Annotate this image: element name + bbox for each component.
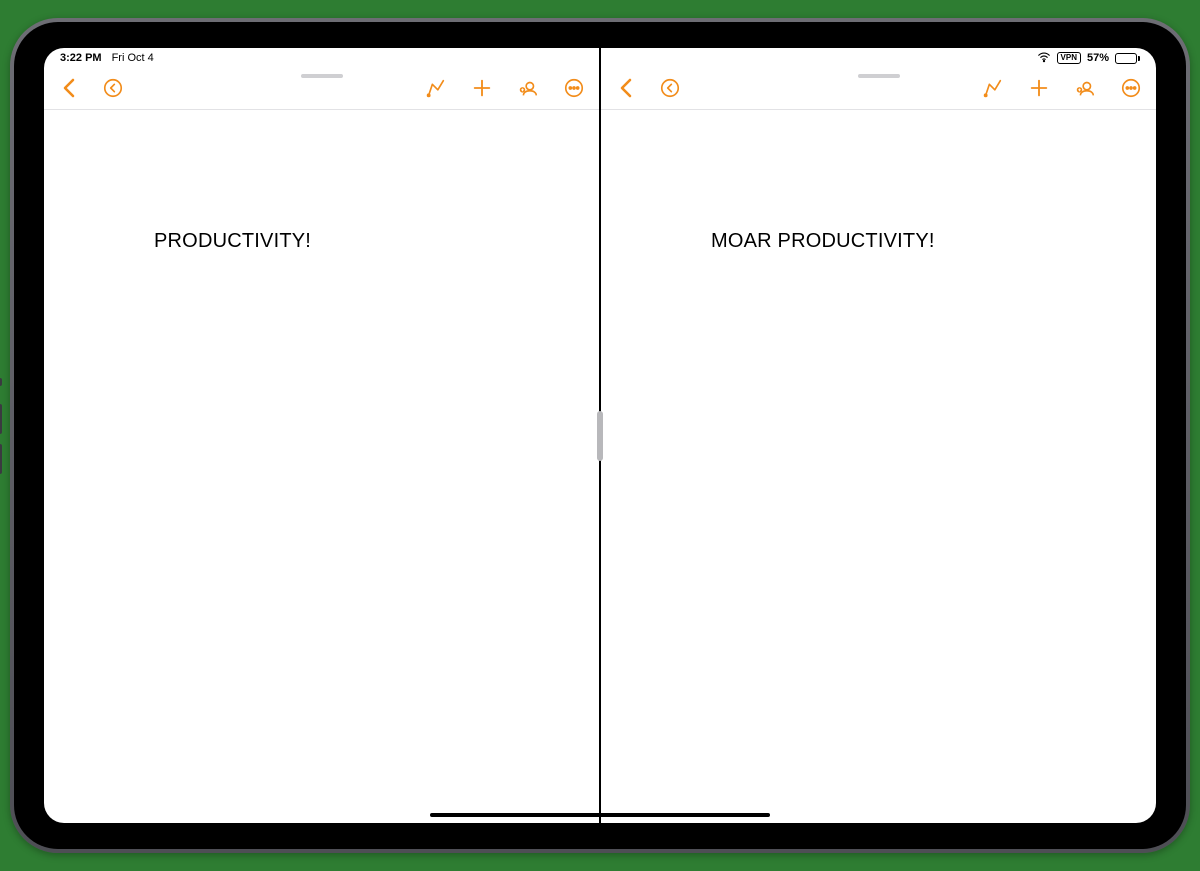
side-button [0, 378, 2, 386]
undo-icon [659, 77, 681, 99]
ellipsis-circle-icon [1120, 77, 1142, 99]
back-button[interactable] [615, 76, 639, 100]
status-time: 3:22 PM [60, 52, 102, 64]
plus-icon [1028, 77, 1050, 99]
wifi-icon [1037, 50, 1051, 67]
home-indicator[interactable] [430, 813, 770, 817]
undo-button[interactable] [659, 77, 681, 99]
battery-percent: 57% [1087, 52, 1109, 64]
note-body-right[interactable]: MOAR PRODUCTIVITY! [601, 110, 1156, 823]
markup-icon [982, 77, 1004, 99]
chevron-left-icon [615, 76, 639, 100]
screen: 3:22 PM Fri Oct 4 [44, 48, 1156, 823]
plus-icon [471, 77, 493, 99]
markup-icon [425, 77, 447, 99]
split-divider-handle[interactable] [597, 411, 603, 461]
undo-button[interactable] [102, 77, 124, 99]
toolbar-right [601, 66, 1156, 110]
ipad-bezel: 3:22 PM Fri Oct 4 [14, 22, 1186, 849]
share-button[interactable] [1074, 77, 1096, 99]
status-bar-left: 3:22 PM Fri Oct 4 [44, 48, 599, 66]
volume-down-button [0, 444, 2, 474]
multitasking-menu-right[interactable] [858, 74, 900, 78]
more-button[interactable] [563, 77, 585, 99]
chevron-left-icon [58, 76, 82, 100]
volume-up-button [0, 404, 2, 434]
multitasking-menu-left[interactable] [301, 74, 343, 78]
markup-button[interactable] [425, 77, 447, 99]
status-bar-right: VPN 57% [601, 48, 1156, 66]
status-date: Fri Oct 4 [112, 52, 154, 64]
collaborate-icon [1074, 77, 1096, 99]
markup-button[interactable] [982, 77, 1004, 99]
right-app-pane: VPN 57% [601, 48, 1156, 823]
more-button[interactable] [1120, 77, 1142, 99]
left-app-pane: 3:22 PM Fri Oct 4 [44, 48, 599, 823]
battery-icon [1115, 53, 1140, 64]
undo-icon [102, 77, 124, 99]
ipad-frame: 3:22 PM Fri Oct 4 [10, 18, 1190, 853]
toolbar-left [44, 66, 599, 110]
collaborate-icon [517, 77, 539, 99]
vpn-badge: VPN [1057, 52, 1081, 64]
add-button[interactable] [1028, 77, 1050, 99]
note-body-left[interactable]: PRODUCTIVITY! [44, 110, 599, 823]
share-button[interactable] [517, 77, 539, 99]
add-button[interactable] [471, 77, 493, 99]
ellipsis-circle-icon [563, 77, 585, 99]
back-button[interactable] [58, 76, 82, 100]
